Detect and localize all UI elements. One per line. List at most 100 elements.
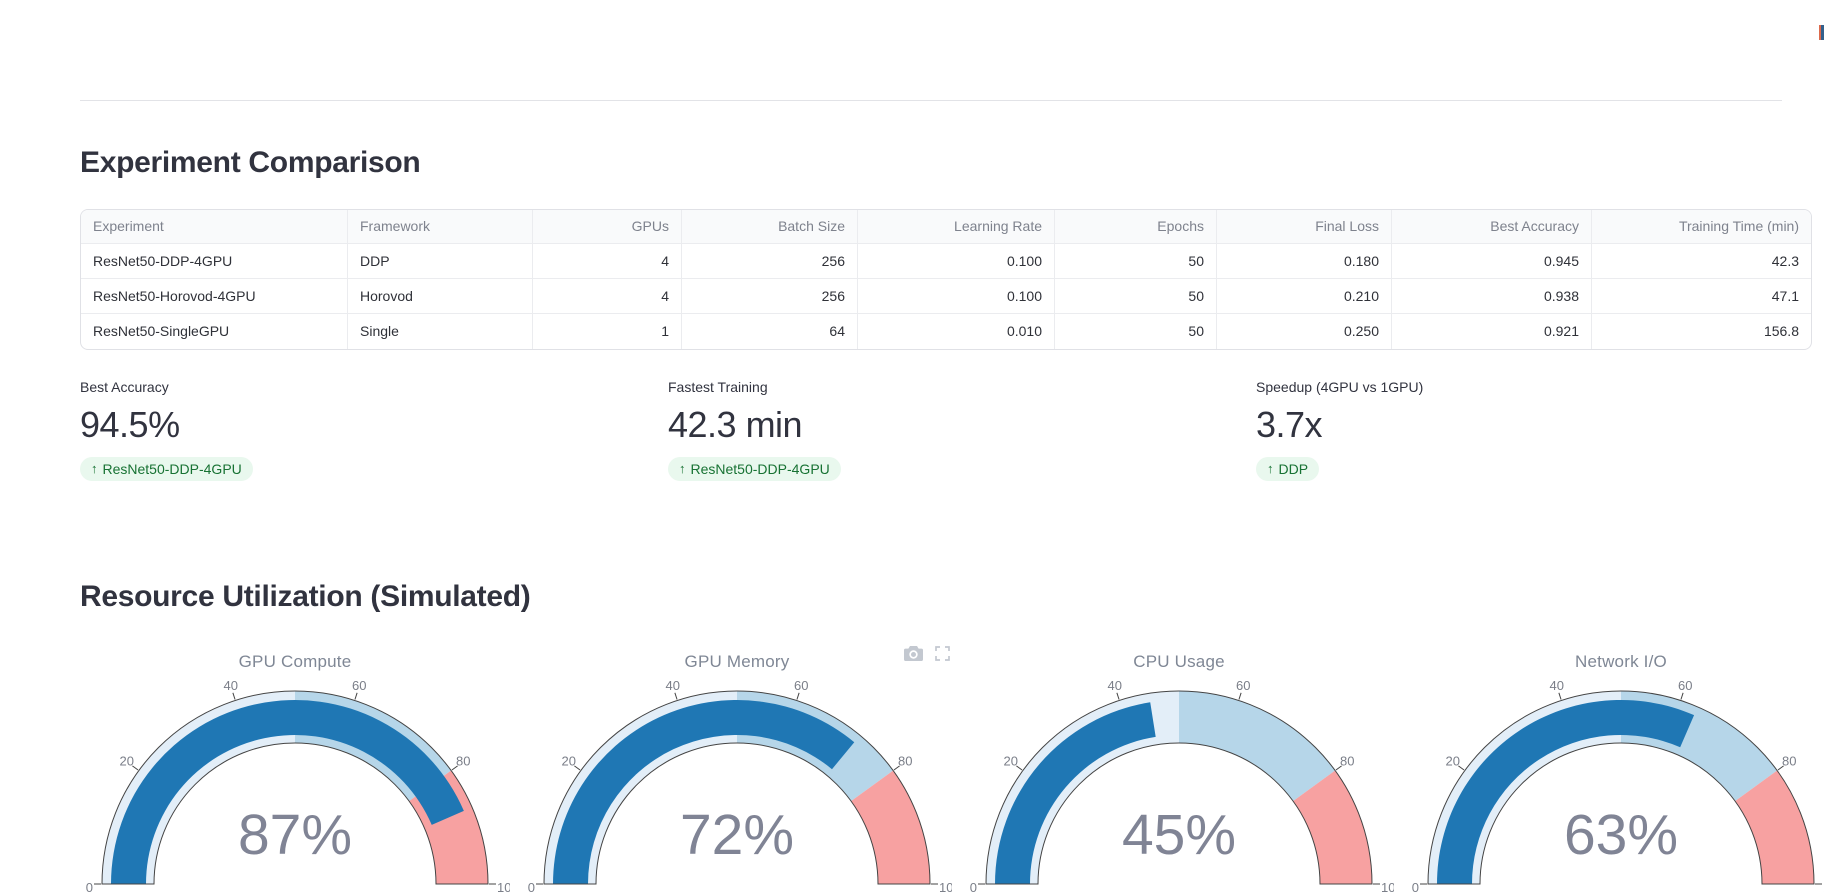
metric-delta-text: ResNet50-DDP-4GPU: [102, 461, 242, 477]
metric-label: Fastest Training: [668, 379, 768, 395]
table-cell[interactable]: 47.1: [1592, 279, 1811, 314]
metric-delta-badge: ↑ ResNet50-DDP-4GPU: [80, 457, 253, 481]
svg-text:20: 20: [1003, 754, 1017, 769]
cutoff-edge-element: [1819, 25, 1824, 40]
metric-value: 42.3 min: [668, 404, 803, 445]
camera-icon[interactable]: [904, 646, 923, 661]
gauge-plot: 0 20 40 60 80 100 87%: [86, 678, 510, 895]
table-cell[interactable]: ResNet50-SingleGPU: [81, 314, 348, 349]
svg-text:0: 0: [86, 880, 93, 895]
column-header[interactable]: Best Accuracy: [1392, 210, 1592, 244]
metric-best-accuracy: Best Accuracy 94.5% ↑ ResNet50-DDP-4GPU: [80, 378, 640, 481]
table-header-row: Experiment Framework GPUs Batch Size Learnin…: [81, 210, 1811, 244]
svg-text:60: 60: [352, 678, 366, 693]
svg-text:100: 100: [497, 880, 510, 895]
table-cell[interactable]: 50: [1055, 279, 1217, 314]
svg-text:0: 0: [528, 880, 535, 895]
svg-text:100: 100: [1381, 880, 1394, 895]
svg-text:60: 60: [1236, 678, 1250, 693]
svg-text:100: 100: [939, 880, 952, 895]
svg-text:0: 0: [1412, 880, 1419, 895]
table-cell[interactable]: 0.938: [1392, 279, 1592, 314]
svg-text:20: 20: [119, 754, 133, 769]
table-cell[interactable]: 0.180: [1217, 244, 1392, 279]
column-header[interactable]: GPUs: [533, 210, 682, 244]
svg-text:60: 60: [794, 678, 808, 693]
svg-text:40: 40: [1549, 678, 1563, 693]
table-cell[interactable]: 0.210: [1217, 279, 1392, 314]
table-cell[interactable]: 256: [682, 279, 858, 314]
experiment-comparison-table[interactable]: Experiment Framework GPUs Batch Size Learnin…: [80, 209, 1812, 350]
metric-fastest-training: Fastest Training 42.3 min ↑ ResNet50-DDP-…: [668, 378, 1228, 481]
metric-value: 94.5%: [80, 404, 180, 445]
metric-label: Best Accuracy: [80, 379, 169, 395]
table-cell[interactable]: 50: [1055, 314, 1217, 349]
metric-label: Speedup (4GPU vs 1GPU): [1256, 379, 1424, 395]
table-cell[interactable]: 0.921: [1392, 314, 1592, 349]
table-cell[interactable]: 4: [533, 244, 682, 279]
svg-text:80: 80: [898, 754, 912, 769]
svg-text:0: 0: [970, 880, 977, 895]
svg-text:45%: 45%: [1122, 803, 1236, 867]
svg-text:80: 80: [456, 754, 470, 769]
svg-text:40: 40: [665, 678, 679, 693]
table-cell[interactable]: 0.100: [858, 244, 1055, 279]
metric-delta-badge: ↑ DDP: [1256, 457, 1320, 481]
table-cell[interactable]: 0.100: [858, 279, 1055, 314]
table-cell[interactable]: DDP: [348, 244, 533, 279]
column-header[interactable]: Final Loss: [1217, 210, 1392, 244]
gauge-chart-gpu-memory[interactable]: GPU Memory 02040608010072%: [522, 640, 952, 895]
svg-text:20: 20: [561, 754, 575, 769]
metric-speedup: Speedup (4GPU vs 1GPU) 3.7x ↑ DDP: [1256, 378, 1816, 481]
table-cell[interactable]: Single: [348, 314, 533, 349]
gauge-chart-cpu-usage[interactable]: CPU Usage 02040608010045%: [964, 640, 1394, 895]
gauge-chart-gpu-compute[interactable]: GPU Compute 02040608010087%: [80, 640, 510, 895]
column-header[interactable]: Framework: [348, 210, 533, 244]
table-cell[interactable]: ResNet50-Horovod-4GPU: [81, 279, 348, 314]
svg-text:72%: 72%: [680, 803, 794, 867]
column-header[interactable]: Learning Rate: [858, 210, 1055, 244]
up-arrow-icon: ↑: [679, 461, 686, 476]
app-page: { "page": {"background": "#ffffff"}, "ed…: [0, 0, 1824, 895]
table-cell[interactable]: 0.945: [1392, 244, 1592, 279]
gauge-chart-network-io[interactable]: Network I/O 02040608010063%: [1406, 640, 1824, 895]
table-cell[interactable]: 1: [533, 314, 682, 349]
column-header[interactable]: Experiment: [81, 210, 348, 244]
up-arrow-icon: ↑: [91, 461, 98, 476]
column-header[interactable]: Epochs: [1055, 210, 1217, 244]
up-arrow-icon: ↑: [1267, 461, 1274, 476]
metric-delta-badge: ↑ ResNet50-DDP-4GPU: [668, 457, 841, 481]
table-cell[interactable]: 0.010: [858, 314, 1055, 349]
plotly-modebar: [904, 646, 950, 661]
gauge-plot: 0 20 40 60 80 100 45%: [970, 678, 1394, 895]
column-header[interactable]: Batch Size: [682, 210, 858, 244]
table-cell[interactable]: 50: [1055, 244, 1217, 279]
table-cell[interactable]: Horovod: [348, 279, 533, 314]
metric-value: 3.7x: [1256, 404, 1323, 445]
metric-delta-text: DDP: [1278, 461, 1309, 477]
table-cell[interactable]: 4: [533, 279, 682, 314]
fullscreen-icon[interactable]: [935, 646, 950, 661]
section-title-experiment-comparison: Experiment Comparison: [80, 146, 421, 179]
svg-text:80: 80: [1340, 754, 1354, 769]
gauge-plot: 0 20 40 60 80 100 72%: [528, 678, 952, 895]
gauge-plot: 02040608010063%: [1412, 678, 1824, 895]
svg-text:40: 40: [1107, 678, 1121, 693]
svg-text:60: 60: [1678, 678, 1692, 693]
horizontal-divider: [80, 100, 1782, 101]
svg-text:20: 20: [1445, 754, 1459, 769]
table-cell[interactable]: ResNet50-DDP-4GPU: [81, 244, 348, 279]
svg-text:80: 80: [1782, 754, 1796, 769]
table-row: ResNet50-DDP-4GPU DDP 4 256 0.100 50 0.180 0.94…: [81, 244, 1811, 279]
svg-text:63%: 63%: [1564, 803, 1678, 867]
table-cell[interactable]: 42.3: [1592, 244, 1811, 279]
column-header[interactable]: Training Time (min): [1592, 210, 1811, 244]
table-cell[interactable]: 64: [682, 314, 858, 349]
section-title-resource-utilization: Resource Utilization (Simulated): [80, 580, 531, 613]
table-cell[interactable]: 0.250: [1217, 314, 1392, 349]
table-cell[interactable]: 256: [682, 244, 858, 279]
svg-text:87%: 87%: [238, 803, 352, 867]
table-cell[interactable]: 156.8: [1592, 314, 1811, 349]
table-row: ResNet50-Horovod-4GPU Horovod 4 256 0.100 50 0…: [81, 279, 1811, 314]
svg-text:40: 40: [223, 678, 237, 693]
